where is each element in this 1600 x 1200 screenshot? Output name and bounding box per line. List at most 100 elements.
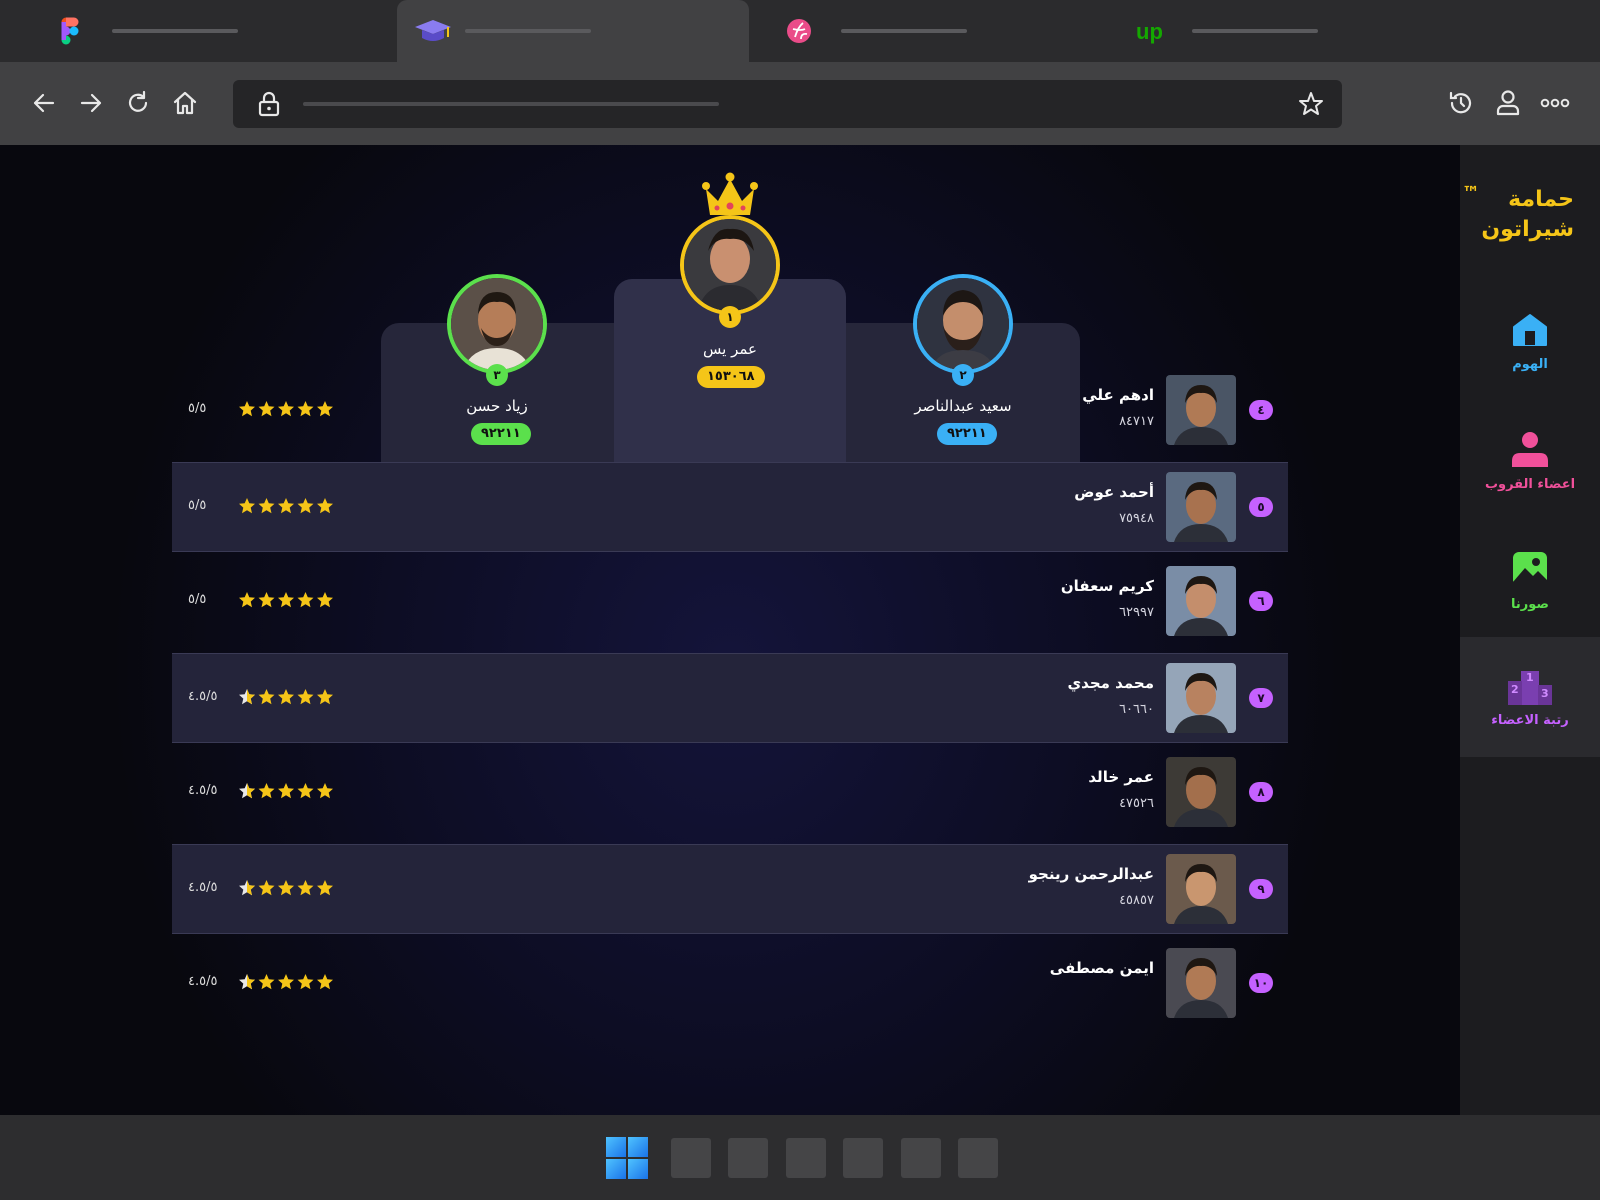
back-arrow-icon [33,93,55,113]
brand-logo[interactable]: ™ حمامة شيراتون [1462,183,1574,245]
ranking-podium-icon: 1 2 3 [1508,671,1552,705]
taskbar-app[interactable] [786,1138,826,1178]
leaderboard-row[interactable]: ٧ محمد مجدي ٦٠٦٦٠ ٤.٥/٥ [172,652,1288,743]
leaderboard-row[interactable]: ٤ ادهم علي ٨٤٧١٧ ٥/٥ [172,366,1288,454]
leaderboard-row[interactable]: ٩ عبدالرحمن رينجو ٤٥٨٥٧ ٤.٥/٥ [172,843,1288,934]
row-star-rating [239,497,333,513]
sidebar-item-home[interactable]: الهوم [1460,295,1600,415]
row-name: ادهم علي [1082,386,1154,404]
leaderboard-row[interactable]: ١٠ ايمن مصطفى ٤.٥/٥ [172,939,1288,1027]
photos-icon [1513,552,1547,586]
row-star-rating [239,879,333,895]
star-full-icon [239,592,255,608]
row-rating-text: ٤.٥/٥ [188,783,218,798]
row-score: ٤٥٨٥٧ [1119,892,1154,908]
row-name: أحمد عوض [1074,482,1154,501]
address-bar[interactable] [233,80,1342,128]
star-full-icon [297,401,314,417]
upwork-icon: up [1136,19,1163,44]
row-rating-text: ٤.٥/٥ [188,688,218,704]
dribbble-icon [787,19,811,43]
row-avatar [1166,757,1236,827]
forward-button[interactable] [71,83,111,123]
row-rank-badge: ٦ [1249,591,1273,611]
podium-first-name: عمر يس [703,340,757,358]
star-full-icon [278,879,294,895]
row-score: ٤٧٥٢٦ [1119,796,1154,811]
star-full-icon [278,974,294,990]
row-star-rating [239,401,333,417]
star-full-icon [258,497,275,513]
graduation-cap-icon [415,20,451,41]
podium-third-avatar [447,274,547,374]
brand-line-2: شيراتون [1481,217,1574,242]
tab-title-placeholder [465,29,591,33]
sidebar-item-label: اعضاء القروب [1484,477,1576,492]
star-half-icon [239,879,255,895]
star-full-icon [317,497,333,513]
star-full-icon [317,974,333,990]
leaderboard-row[interactable]: ٨ عمر خالد ٤٧٥٢٦ ٤.٥/٥ [172,748,1288,836]
star-full-icon [297,974,314,990]
svg-text:up: up [1136,19,1163,44]
forward-arrow-icon [80,93,102,113]
leaderboard-row[interactable]: ٥ أحمد عوض ٧٥٩٤٨ ٥/٥ [172,461,1288,552]
more-options-icon [1540,98,1570,108]
star-half-icon [239,688,255,704]
star-full-icon [297,879,314,895]
taskbar-app[interactable] [901,1138,941,1178]
sidebar-item-label: رتبة الاعضاء [1491,713,1569,728]
history-icon [1449,91,1472,114]
crown-icon [702,172,758,215]
home-button[interactable] [165,83,205,123]
star-full-icon [278,592,294,608]
podium-first-rank: ١ [719,306,741,328]
row-star-rating [239,592,333,608]
windows-start-icon[interactable] [606,1137,648,1179]
star-half-icon [239,783,255,799]
star-full-icon [297,592,314,608]
row-rank-badge: ٨ [1249,782,1273,802]
browser-toolbar [0,62,1600,145]
tab-dribbble[interactable] [729,0,1081,62]
row-rank-badge: ٩ [1249,878,1273,899]
brand-line-1: حمامة [1508,187,1574,212]
taskbar-app[interactable] [671,1138,711,1178]
back-button[interactable] [24,83,64,123]
taskbar-app[interactable] [728,1138,768,1178]
tab-figma[interactable] [0,0,352,62]
url-placeholder [303,102,719,106]
sidebar-item-members[interactable]: اعضاء القروب [1460,415,1600,535]
bookmark-star-icon[interactable] [1298,91,1324,117]
leaderboard-row[interactable]: ٦ كريم سعفان ٦٢٩٩٧ ٥/٥ [172,557,1288,645]
taskbar-app[interactable] [958,1138,998,1178]
svg-text:1: 1 [1526,671,1534,684]
tab-title-placeholder [841,29,967,33]
row-rating-text: ٥/٥ [188,401,207,416]
star-full-icon [278,401,294,417]
profile-button[interactable] [1488,83,1528,123]
star-full-icon [278,497,294,513]
row-avatar [1166,853,1236,924]
sidebar-item-label: صورنا [1511,597,1549,612]
row-avatar [1166,662,1236,733]
star-full-icon [297,688,314,704]
history-button[interactable] [1441,83,1481,123]
reload-button[interactable] [118,83,158,123]
row-name: عمر خالد [1088,768,1154,786]
tab-upwork[interactable]: up [1080,0,1432,62]
leaderboard-page: ١ عمر يس ١٥٣٠٦٨ ٢ سعيد عبدالناصر ٩٢٢١١ ٣… [0,145,1460,1115]
star-full-icon [258,592,275,608]
tab-current[interactable] [397,0,749,62]
taskbar-app[interactable] [843,1138,883,1178]
row-name: كريم سعفان [1060,577,1154,595]
row-avatar [1166,375,1236,445]
more-options-button[interactable] [1535,83,1575,123]
browser-tab-bar: up [0,0,1600,62]
members-icon [1512,432,1548,467]
home-icon [1513,314,1547,346]
sidebar-item-ranking[interactable]: 1 2 3 رتبة الاعضاء [1460,637,1600,757]
row-score: ٨٤٧١٧ [1119,414,1154,429]
star-full-icon [317,783,333,799]
row-name: محمد مجدي [1067,673,1154,692]
